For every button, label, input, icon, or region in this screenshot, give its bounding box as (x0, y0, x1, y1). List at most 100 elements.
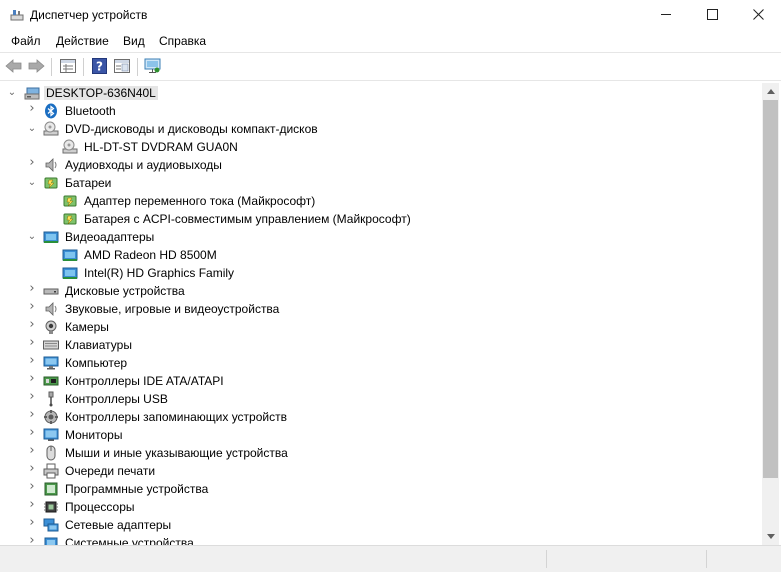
menu-file[interactable]: Файл (11, 34, 41, 48)
tree-device[interactable]: Батарея с ACPI-совместимым управлением (… (3, 210, 762, 228)
tree-category[interactable]: › Сетевые адаптеры (3, 516, 762, 534)
computer-icon (43, 355, 59, 371)
tree-category[interactable]: › Bluetooth (3, 102, 762, 120)
status-divider (706, 550, 707, 568)
expand-chevron-icon[interactable]: › (27, 372, 37, 385)
vertical-scrollbar[interactable] (762, 83, 779, 545)
camera-icon (43, 319, 59, 335)
forward-button[interactable] (26, 58, 46, 76)
minimize-icon (660, 8, 672, 24)
toolbar: ? (0, 52, 781, 81)
bluetooth-icon (43, 103, 59, 119)
expand-chevron-icon[interactable]: › (27, 156, 37, 169)
tree-category[interactable]: › Камеры (3, 318, 762, 336)
dvd-drive-icon (62, 139, 78, 155)
tree-category[interactable]: › Звуковые, игровые и видеоустройства (3, 300, 762, 318)
properties-button[interactable] (58, 58, 78, 76)
tree-item-label: Контроллеры запоминающих устройств (65, 410, 287, 424)
window-title: Диспетчер устройств (30, 8, 148, 22)
tree-category[interactable]: › Очереди печати (3, 462, 762, 480)
collapse-chevron-icon[interactable]: ⌄ (27, 123, 37, 135)
device-manager-icon (10, 8, 24, 22)
scroll-up-button[interactable] (762, 83, 779, 100)
collapse-chevron-icon[interactable]: ⌄ (27, 231, 37, 243)
system-device-icon (43, 535, 59, 545)
minimize-button[interactable] (643, 0, 689, 31)
menu-view[interactable]: Вид (123, 34, 145, 48)
tree-category[interactable]: › Системные устройства (3, 534, 762, 545)
scroll-down-button[interactable] (762, 528, 779, 545)
scrollbar-thumb[interactable] (763, 100, 778, 478)
tree-category[interactable]: › Контроллеры USB (3, 390, 762, 408)
expand-chevron-icon[interactable]: › (27, 390, 37, 403)
properties-view-icon (60, 58, 76, 76)
tree-category[interactable]: › Процессоры (3, 498, 762, 516)
expand-chevron-icon[interactable]: › (27, 102, 37, 115)
tree-item-label: Программные устройства (65, 482, 209, 496)
expand-chevron-icon[interactable]: › (27, 282, 37, 295)
tree-device[interactable]: Адаптер переменного тока (Майкрософт) (3, 192, 762, 210)
display-adapter-icon (43, 229, 59, 245)
disk-drive-icon (43, 283, 59, 299)
expand-chevron-icon[interactable]: › (27, 498, 37, 511)
details-pane-button[interactable] (112, 58, 132, 76)
collapse-chevron-icon[interactable]: ⌄ (7, 87, 17, 99)
back-button[interactable] (4, 58, 24, 76)
monitor-icon (43, 427, 59, 443)
expand-chevron-icon[interactable]: › (27, 336, 37, 349)
tree-category[interactable]: › Контроллеры IDE ATA/ATAPI (3, 372, 762, 390)
maximize-button[interactable] (689, 0, 735, 31)
tree-device[interactable]: HL-DT-ST DVDRAM GUA0N (3, 138, 762, 156)
tree-device[interactable]: AMD Radeon HD 8500M (3, 246, 762, 264)
scan-hardware-button[interactable] (143, 58, 163, 76)
tree-item-label: Клавиатуры (65, 338, 132, 352)
scroll-up-icon (766, 87, 775, 96)
expand-chevron-icon[interactable]: › (27, 480, 37, 493)
close-icon (752, 8, 764, 24)
menu-action[interactable]: Действие (56, 34, 109, 48)
tree-item-label: HL-DT-ST DVDRAM GUA0N (84, 140, 238, 154)
tree-item-label: Мониторы (65, 428, 123, 442)
expand-chevron-icon[interactable]: › (27, 462, 37, 475)
tree-item-label: Контроллеры IDE ATA/ATAPI (65, 374, 224, 388)
dvd-drive-icon (43, 121, 59, 137)
tree-device[interactable]: Intel(R) HD Graphics Family (3, 264, 762, 282)
tree-category[interactable]: ⌄ DVD-дисководы и дисководы компакт-диско… (3, 120, 762, 138)
network-adapter-icon (43, 517, 59, 533)
close-button[interactable] (735, 0, 781, 31)
tree-category[interactable]: › Программные устройства (3, 480, 762, 498)
speaker-icon (43, 301, 59, 317)
tree-root-label: DESKTOP-636N40L (44, 86, 158, 100)
tree-root[interactable]: ⌄ DESKTOP-636N40L (3, 84, 762, 102)
display-adapter-icon (62, 247, 78, 263)
expand-chevron-icon[interactable]: › (27, 318, 37, 331)
expand-chevron-icon[interactable]: › (27, 516, 37, 529)
expand-chevron-icon[interactable]: › (27, 300, 37, 313)
device-tree[interactable]: ⌄ DESKTOP-636N40L › Bluetooth ⌄ DVD-дисково… (3, 83, 762, 545)
tree-category[interactable]: › Компьютер (3, 354, 762, 372)
tree-category[interactable]: ⌄ Видеоадаптеры (3, 228, 762, 246)
expand-chevron-icon[interactable]: › (27, 534, 37, 545)
help-button[interactable]: ? (89, 57, 109, 76)
collapse-chevron-icon[interactable]: ⌄ (27, 177, 37, 189)
tree-category[interactable]: › Контроллеры запоминающих устройств (3, 408, 762, 426)
menu-help[interactable]: Справка (159, 34, 206, 48)
expand-chevron-icon[interactable]: › (27, 426, 37, 439)
expand-chevron-icon[interactable]: › (27, 408, 37, 421)
battery-icon (43, 175, 59, 191)
computer-icon (24, 85, 40, 101)
battery-icon (62, 193, 78, 209)
tree-category[interactable]: › Мыши и иные указывающие устройства (3, 444, 762, 462)
speaker-icon (43, 157, 59, 173)
tree-category[interactable]: › Дисковые устройства (3, 282, 762, 300)
tree-category[interactable]: › Мониторы (3, 426, 762, 444)
tree-category[interactable]: ⌄ Батареи (3, 174, 762, 192)
scan-hardware-icon (144, 58, 162, 77)
keyboard-icon (43, 337, 59, 353)
tree-category[interactable]: › Аудиовходы и аудиовыходы (3, 156, 762, 174)
expand-chevron-icon[interactable]: › (27, 444, 37, 457)
processor-icon (43, 499, 59, 515)
expand-chevron-icon[interactable]: › (27, 354, 37, 367)
tree-category[interactable]: › Клавиатуры (3, 336, 762, 354)
ide-controller-icon (43, 373, 59, 389)
